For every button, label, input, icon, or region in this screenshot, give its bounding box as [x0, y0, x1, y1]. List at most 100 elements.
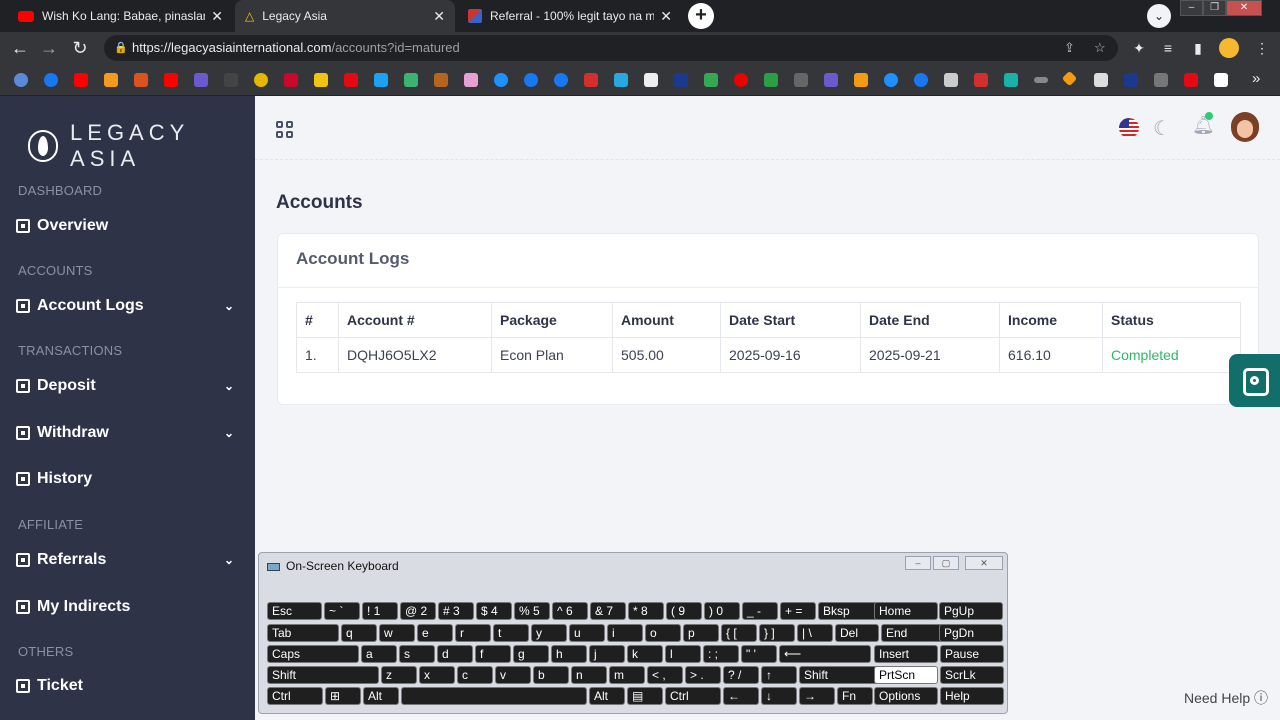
osk-key[interactable]: ⊞: [325, 687, 361, 705]
bookmark-icon[interactable]: [374, 73, 388, 87]
osk-key[interactable]: $ 4: [476, 602, 512, 620]
sidebar-item-my-indirects[interactable]: My Indirects: [16, 594, 236, 620]
tab-youtube[interactable]: Wish Ko Lang: Babae, pinaslang n ✕: [8, 0, 233, 32]
osk-key[interactable]: r: [455, 624, 491, 642]
media-icon[interactable]: ≡: [1158, 38, 1178, 58]
close-icon[interactable]: ✕: [965, 556, 1003, 570]
share-icon[interactable]: ⇪: [1064, 35, 1075, 61]
osk-key[interactable]: ▤: [627, 687, 663, 705]
bookmark-icon[interactable]: [1124, 73, 1138, 87]
osk-key[interactable]: ScrLk: [940, 666, 1004, 684]
osk-key[interactable]: [401, 687, 587, 705]
osk-key[interactable]: ! 1: [362, 602, 398, 620]
avatar[interactable]: [1231, 112, 1259, 142]
osk-key[interactable]: % 5: [514, 602, 550, 620]
brand-logo[interactable]: LEGACY ASIA: [28, 120, 255, 172]
restore-icon[interactable]: ▢: [933, 556, 959, 570]
osk-key[interactable]: Fn: [837, 687, 873, 705]
osk-key[interactable]: Shift: [799, 666, 881, 684]
bookmark-icon[interactable]: [314, 73, 328, 87]
sidebar-item-deposit[interactable]: Deposit ⌄: [16, 373, 236, 399]
bookmark-icon[interactable]: [464, 73, 478, 87]
bookmark-icon[interactable]: [884, 73, 898, 87]
osk-key[interactable]: Options: [874, 687, 938, 705]
bookmark-icon[interactable]: [404, 73, 418, 87]
osk-key[interactable]: PgUp: [939, 602, 1003, 620]
tab-legacy-asia[interactable]: △ Legacy Asia ✕: [235, 0, 455, 32]
bookmark-icon[interactable]: [284, 73, 298, 87]
osk-key[interactable]: Tab: [267, 624, 339, 642]
bookmark-icon[interactable]: [254, 73, 268, 87]
side-panel-icon[interactable]: ▮: [1188, 38, 1208, 58]
osk-key[interactable]: ? /: [723, 666, 759, 684]
osk-key[interactable]: l: [665, 645, 701, 663]
osk-key[interactable]: t: [493, 624, 529, 642]
extensions-icon[interactable]: ✦: [1129, 38, 1149, 58]
bookmark-icon[interactable]: [1094, 73, 1108, 87]
osk-key[interactable]: ( 9: [666, 602, 702, 620]
netflix-icon[interactable]: [1184, 73, 1198, 87]
menu-icon[interactable]: ⋮: [1252, 38, 1272, 58]
osk-key[interactable]: p: [683, 624, 719, 642]
us-flag-icon[interactable]: [1119, 118, 1139, 138]
osk-key[interactable]: Alt: [589, 687, 625, 705]
drive-icon[interactable]: [704, 73, 718, 87]
osk-key[interactable]: " ': [741, 645, 777, 663]
bookmark-icon[interactable]: [974, 73, 988, 87]
youtube-icon[interactable]: [164, 73, 178, 87]
bookmark-icon[interactable]: [224, 73, 238, 87]
osk-key[interactable]: a: [361, 645, 397, 663]
osk-key[interactable]: & 7: [590, 602, 626, 620]
minimize-icon[interactable]: ‒: [1180, 0, 1204, 16]
osk-key[interactable]: m: [609, 666, 645, 684]
new-tab-button[interactable]: +: [688, 3, 714, 29]
osk-key[interactable]: o: [645, 624, 681, 642]
osk-key[interactable]: End: [881, 624, 945, 642]
close-tab-icon[interactable]: ✕: [211, 8, 223, 25]
osk-key[interactable]: g: [513, 645, 549, 663]
osk-key[interactable]: ) 0: [704, 602, 740, 620]
support-chat-button[interactable]: [1229, 354, 1280, 407]
bookmark-icon[interactable]: [614, 73, 628, 87]
tab-search-icon[interactable]: ⌄: [1147, 4, 1171, 28]
bookmark-icon[interactable]: [1214, 73, 1228, 87]
osk-key[interactable]: _ -: [742, 602, 778, 620]
osk-key[interactable]: Bksp: [818, 602, 878, 620]
restore-icon[interactable]: ❐: [1203, 0, 1227, 16]
osk-key[interactable]: Esc: [267, 602, 322, 620]
osk-key[interactable]: e: [417, 624, 453, 642]
osk-key[interactable]: Pause: [940, 645, 1004, 663]
osk-key[interactable]: ←: [723, 687, 759, 705]
osk-key[interactable]: > .: [685, 666, 721, 684]
bookmark-icon[interactable]: [1004, 73, 1018, 87]
osk-key[interactable]: j: [589, 645, 625, 663]
bookmark-icon[interactable]: [1154, 73, 1168, 87]
osk-key[interactable]: u: [569, 624, 605, 642]
apps-grid-icon[interactable]: [276, 121, 293, 138]
osk-key[interactable]: w: [379, 624, 415, 642]
osk-titlebar[interactable]: On-Screen Keyboard – ▢ ✕: [259, 553, 1007, 579]
bookmark-icon[interactable]: [944, 73, 958, 87]
youtube-icon[interactable]: [74, 73, 88, 87]
bookmark-icon[interactable]: [14, 73, 28, 87]
osk-key[interactable]: Ctrl: [665, 687, 721, 705]
osk-key[interactable]: f: [475, 645, 511, 663]
bookmark-icon[interactable]: [1034, 77, 1048, 83]
close-window-icon[interactable]: ✕: [1226, 0, 1262, 16]
bookmark-icon[interactable]: [434, 73, 448, 87]
profile-icon[interactable]: [1219, 38, 1239, 58]
osk-key[interactable]: ⟵: [779, 645, 871, 663]
bookmark-icon[interactable]: [194, 73, 208, 87]
osk-key[interactable]: + =: [780, 602, 816, 620]
address-bar[interactable]: 🔒 https://legacyasiainternational.com/ac…: [104, 35, 1118, 61]
osk-key[interactable]: b: [533, 666, 569, 684]
osk-key[interactable]: Shift: [267, 666, 379, 684]
sidebar-item-history[interactable]: History: [16, 466, 236, 492]
osk-key[interactable]: y: [531, 624, 567, 642]
osk-key[interactable]: PgDn: [939, 624, 1003, 642]
close-tab-icon[interactable]: ✕: [433, 8, 445, 25]
notification-bell-icon[interactable]: 🔔︎: [1192, 112, 1215, 136]
minimize-icon[interactable]: –: [905, 556, 931, 570]
bookmark-icon[interactable]: [1061, 70, 1078, 87]
osk-key[interactable]: < ,: [647, 666, 683, 684]
